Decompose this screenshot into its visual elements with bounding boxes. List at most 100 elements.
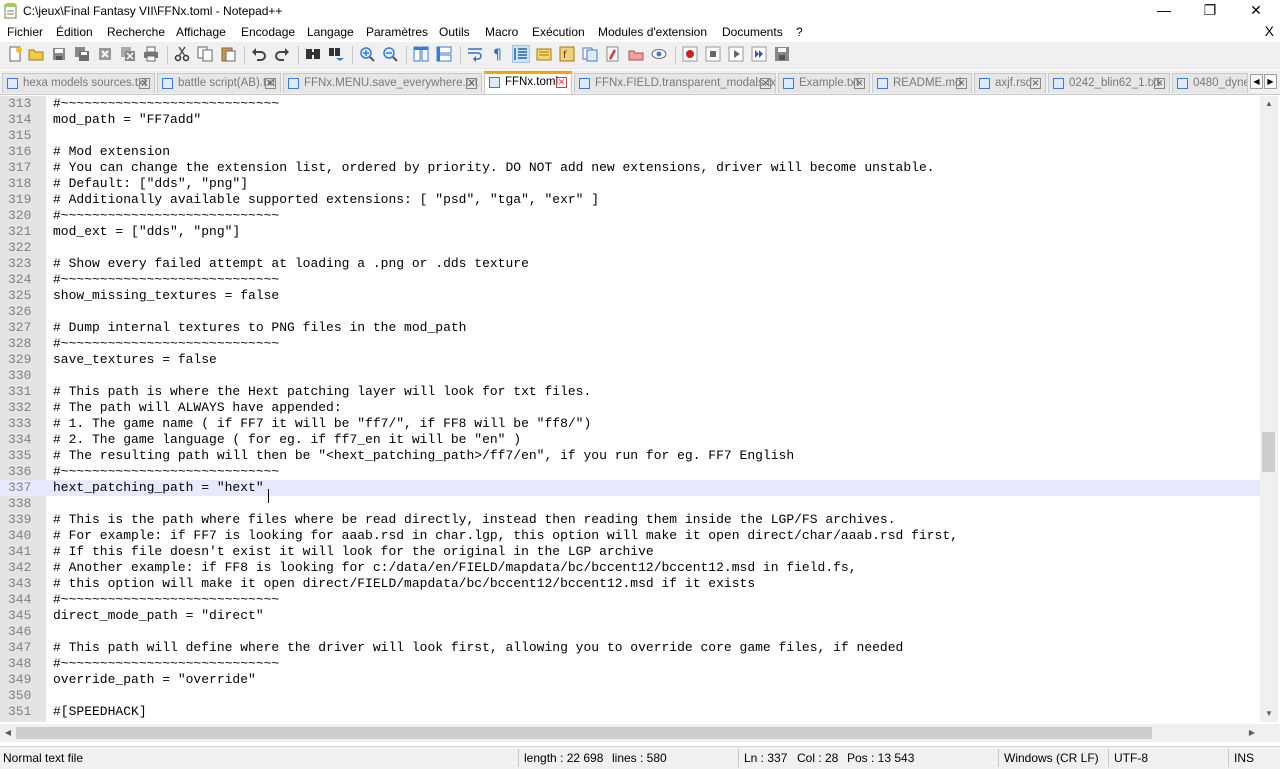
minimize-button[interactable]: — (1141, 0, 1187, 22)
show-all-chars-icon[interactable]: ¶ (490, 46, 506, 62)
tab-close-icon[interactable]: ✕ (1030, 78, 1041, 89)
open-file-icon[interactable] (28, 46, 44, 62)
tab-scroll-left-icon[interactable]: ◀ (1250, 74, 1263, 89)
tab-close-icon[interactable]: ✕ (466, 78, 477, 89)
line-number: 342 (8, 560, 32, 575)
save-all-icon[interactable] (74, 46, 90, 62)
close-icon[interactable] (97, 46, 113, 62)
close-all-icon[interactable] (120, 46, 136, 62)
scroll-up-icon[interactable]: ▲ (1260, 96, 1278, 112)
line-number: 344 (8, 592, 32, 607)
tab-close-icon[interactable]: ✕ (265, 78, 276, 89)
horizontal-scrollbar[interactable]: ◀ ▶ (0, 724, 1260, 742)
undo-icon[interactable] (251, 46, 267, 62)
tab-axjf-rsd[interactable]: axjf.rsd ✕ (974, 73, 1046, 93)
tab-close-icon[interactable]: ✕ (854, 78, 865, 89)
tab-close-icon[interactable]: ✕ (956, 78, 967, 89)
menu-parametres[interactable]: Paramètres (366, 25, 428, 39)
close-window-button[interactable]: ✕ (1233, 0, 1279, 22)
zoom-out-icon[interactable] (382, 46, 398, 62)
sync-vertical-icon[interactable] (413, 46, 429, 62)
scroll-right-icon[interactable]: ▶ (1244, 724, 1260, 742)
code-line: 342 # Another example: if FF8 is looking … (0, 560, 1260, 576)
replace-icon[interactable] (328, 46, 344, 62)
tab-0242-blin62[interactable]: 0242_blin62_1.txt ✕ (1048, 73, 1170, 93)
save-icon[interactable] (51, 46, 67, 62)
line-number: 331 (8, 384, 32, 399)
tab-close-icon[interactable]: ✕ (139, 78, 150, 89)
menu-bar: Fichier Édition Recherche Affichage Enco… (0, 22, 1280, 42)
tab-hexa-models-sources[interactable]: hexa models sources.txt ✕ (2, 73, 155, 93)
doc-map-icon[interactable] (536, 46, 552, 62)
macro-save-icon[interactable] (774, 46, 790, 62)
macro-play-icon[interactable] (728, 46, 744, 62)
menu-edition[interactable]: Édition (56, 25, 93, 39)
copy-icon[interactable] (197, 46, 213, 62)
menu-recherche[interactable]: Recherche (107, 25, 165, 39)
code-line: 324 #~~~~~~~~~~~~~~~~~~~~~~~~~~~~ (0, 272, 1260, 288)
title-bar: C:\jeux\Final Fantasy VII\FFNx.toml - No… (0, 0, 1280, 22)
vertical-scrollbar[interactable]: ▲ ▼ (1260, 96, 1278, 722)
document-icon (1053, 78, 1064, 89)
vertical-scroll-thumb[interactable] (1262, 432, 1275, 472)
line-number: 330 (8, 368, 32, 383)
macro-play-multiple-icon[interactable] (751, 46, 767, 62)
cut-icon[interactable] (174, 46, 190, 62)
code-line: 335 # The resulting path will then be "<h… (0, 448, 1260, 464)
tab-ffnx-toml[interactable]: FFNx.toml ✕ (484, 71, 572, 94)
line-number: 320 (8, 208, 32, 223)
sync-horizontal-icon[interactable] (436, 46, 452, 62)
word-wrap-icon[interactable] (467, 46, 483, 62)
tab-close-icon[interactable]: ✕ (760, 78, 771, 89)
paste-icon[interactable] (220, 46, 236, 62)
svg-text:f: f (563, 50, 567, 61)
line-number: 348 (8, 656, 32, 671)
line-number: 347 (8, 640, 32, 655)
new-file-icon[interactable] (7, 46, 23, 62)
menu-fichier[interactable]: Fichier (7, 25, 43, 39)
menu-modules[interactable]: Modules d'extension (598, 25, 707, 39)
zoom-in-icon[interactable] (359, 46, 375, 62)
scroll-left-icon[interactable]: ◀ (0, 724, 16, 742)
tab-battle-script[interactable]: battle script(AB).txt ✕ (157, 73, 281, 93)
horizontal-scroll-thumb[interactable] (16, 727, 1152, 739)
function-list-icon[interactable]: f (559, 46, 575, 62)
tab-close-icon[interactable]: ✕ (1154, 78, 1165, 89)
tab-0480-dyne[interactable]: 0480_dyne (1172, 73, 1248, 93)
indent-guide-icon[interactable] (512, 45, 530, 63)
menu-execution[interactable]: Exécution (532, 25, 585, 39)
macro-record-icon[interactable] (682, 46, 698, 62)
menu-outils[interactable]: Outils (439, 25, 470, 39)
line-text: # The resulting path will then be "<hext… (53, 448, 795, 463)
scroll-down-icon[interactable]: ▼ (1260, 706, 1278, 722)
menu-documents[interactable]: Documents (722, 25, 783, 39)
document-icon (7, 78, 18, 89)
print-icon[interactable] (143, 46, 159, 62)
text-editor[interactable]: 313 #~~~~~~~~~~~~~~~~~~~~~~~~~~~~ 314 mod_… (0, 96, 1260, 722)
find-icon[interactable] (305, 46, 321, 62)
close-document-button[interactable]: X (1265, 23, 1274, 39)
menu-affichage[interactable]: Affichage (176, 25, 226, 39)
tab-label: hexa models sources.txt (23, 77, 148, 89)
line-text: # You can change the extension list, ord… (53, 160, 935, 175)
menu-help[interactable]: ? (796, 25, 803, 39)
tab-ffnx-menu-save-everywhere[interactable]: FFNx.MENU.save_everywhere.txt ✕ (283, 73, 482, 93)
macro-stop-icon[interactable] (705, 46, 721, 62)
tab-example[interactable]: Example.txt ✕ (778, 73, 870, 93)
menu-macro[interactable]: Macro (485, 25, 518, 39)
tab-close-icon[interactable]: ✕ (556, 77, 567, 88)
line-number: 338 (8, 496, 32, 511)
redo-icon[interactable] (274, 46, 290, 62)
document-icon (1177, 78, 1188, 89)
menu-encodage[interactable]: Encodage (241, 25, 295, 39)
maximize-button[interactable]: ❐ (1187, 0, 1233, 22)
folder-workspace-icon[interactable] (582, 46, 598, 62)
tab-scroll-right-icon[interactable]: ▶ (1264, 74, 1277, 89)
eye-icon[interactable] (651, 46, 667, 62)
menu-langage[interactable]: Langage (307, 25, 354, 39)
tab-ffnx-field-transparent-modals[interactable]: FFNx.FIELD.transparent_modals.txt ✕ (574, 73, 776, 93)
code-line: 325 show_missing_textures = false (0, 288, 1260, 304)
tab-readme[interactable]: README.md ✕ (872, 73, 972, 93)
user-defined-lang-icon[interactable] (605, 46, 621, 62)
monitoring-icon[interactable] (628, 46, 644, 62)
